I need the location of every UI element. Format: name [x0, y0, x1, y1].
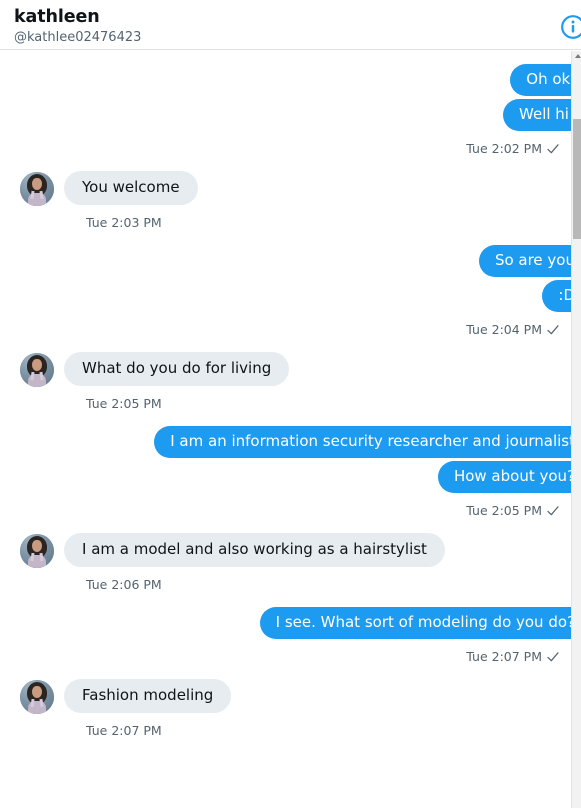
avatar[interactable]	[20, 534, 54, 568]
outgoing-message-bubble[interactable]: I am an information security researcher …	[154, 426, 581, 458]
outgoing-message-bubble[interactable]: I see. What sort of modeling do you do?	[259, 607, 581, 639]
message-timestamp: Tue 2:03 PM	[20, 215, 581, 231]
avatar[interactable]	[20, 172, 54, 206]
message-row: I see. What sort of modeling do you do?	[0, 607, 581, 642]
message-timestamp: Tue 2:02 PM	[0, 141, 581, 157]
checkmark-icon	[547, 505, 559, 517]
avatar[interactable]	[20, 353, 54, 387]
timestamp-label: Tue 2:05 PM	[466, 503, 542, 518]
message-thread-viewport[interactable]: Oh ok. Well hi! Tue 2:02 PM You welcome Tue …	[0, 50, 581, 808]
message-row: So are you	[0, 245, 581, 280]
message-row: You welcome	[20, 171, 581, 208]
message-group: I see. What sort of modeling do you do? T…	[0, 607, 581, 665]
checkmark-icon	[547, 324, 559, 336]
message-row: Fashion modeling	[20, 679, 581, 716]
message-group: Fashion modeling Tue 2:07 PM	[0, 679, 581, 739]
outgoing-message-bubble[interactable]: How about you?	[437, 461, 581, 493]
timestamp-label: Tue 2:07 PM	[86, 723, 162, 738]
timestamp-label: Tue 2:04 PM	[466, 322, 542, 337]
avatar[interactable]	[20, 680, 54, 714]
timestamp-label: Tue 2:03 PM	[86, 215, 162, 230]
timestamp-label: Tue 2:05 PM	[86, 396, 162, 411]
conversation-identity[interactable]: kathleen @kathlee02476423	[14, 4, 141, 46]
message-timestamp: Tue 2:04 PM	[0, 322, 581, 338]
outgoing-message-bubble[interactable]: So are you	[478, 245, 581, 277]
incoming-message-bubble[interactable]: Fashion modeling	[64, 679, 232, 713]
message-group: I am a model and also working as a hairs…	[0, 533, 581, 593]
message-timestamp: Tue 2:06 PM	[20, 577, 581, 593]
message-row: :D	[0, 280, 581, 315]
message-timestamp: Tue 2:07 PM	[20, 723, 581, 739]
scroll-up-arrow-icon[interactable]	[573, 51, 581, 61]
direct-message-conversation: kathleen @kathlee02476423 Oh ok. Well hi!…	[0, 0, 581, 808]
conversation-handle: @kathlee02476423	[14, 30, 142, 45]
message-row: Oh ok.	[0, 64, 581, 99]
message-row: How about you?	[0, 461, 581, 496]
message-group: What do you do for living Tue 2:05 PM	[0, 352, 581, 412]
incoming-message-bubble[interactable]: I am a model and also working as a hairs…	[64, 533, 445, 567]
message-group: You welcome Tue 2:03 PM	[0, 171, 581, 231]
scrollbar-thumb[interactable]	[573, 119, 581, 239]
incoming-message-bubble[interactable]: You welcome	[64, 171, 198, 205]
timestamp-label: Tue 2:02 PM	[466, 141, 542, 156]
checkmark-icon	[547, 651, 559, 663]
message-group: Oh ok. Well hi! Tue 2:02 PM	[0, 64, 581, 157]
message-group: I am an information security researcher …	[0, 426, 581, 519]
timestamp-label: Tue 2:07 PM	[466, 649, 542, 664]
checkmark-icon	[547, 143, 559, 155]
message-timestamp: Tue 2:05 PM	[20, 396, 581, 412]
outgoing-message-bubble[interactable]: Well hi!	[503, 99, 581, 131]
conversation-header: kathleen @kathlee02476423	[0, 0, 581, 50]
info-circle-icon[interactable]	[558, 12, 581, 42]
conversation-title: kathleen	[14, 7, 100, 27]
timestamp-label: Tue 2:06 PM	[86, 577, 162, 592]
message-row: Well hi!	[0, 99, 581, 134]
message-timestamp: Tue 2:07 PM	[0, 649, 581, 665]
message-group: So are you:D Tue 2:04 PM	[0, 245, 581, 338]
message-row: What do you do for living	[20, 352, 581, 389]
incoming-message-bubble[interactable]: What do you do for living	[64, 352, 290, 386]
message-row: I am an information security researcher …	[0, 426, 581, 461]
message-row: I am a model and also working as a hairs…	[20, 533, 581, 570]
thread-scrollbar[interactable]	[571, 51, 581, 808]
message-thread: Oh ok. Well hi! Tue 2:02 PM You welcome Tue …	[0, 50, 581, 763]
message-timestamp: Tue 2:05 PM	[0, 503, 581, 519]
